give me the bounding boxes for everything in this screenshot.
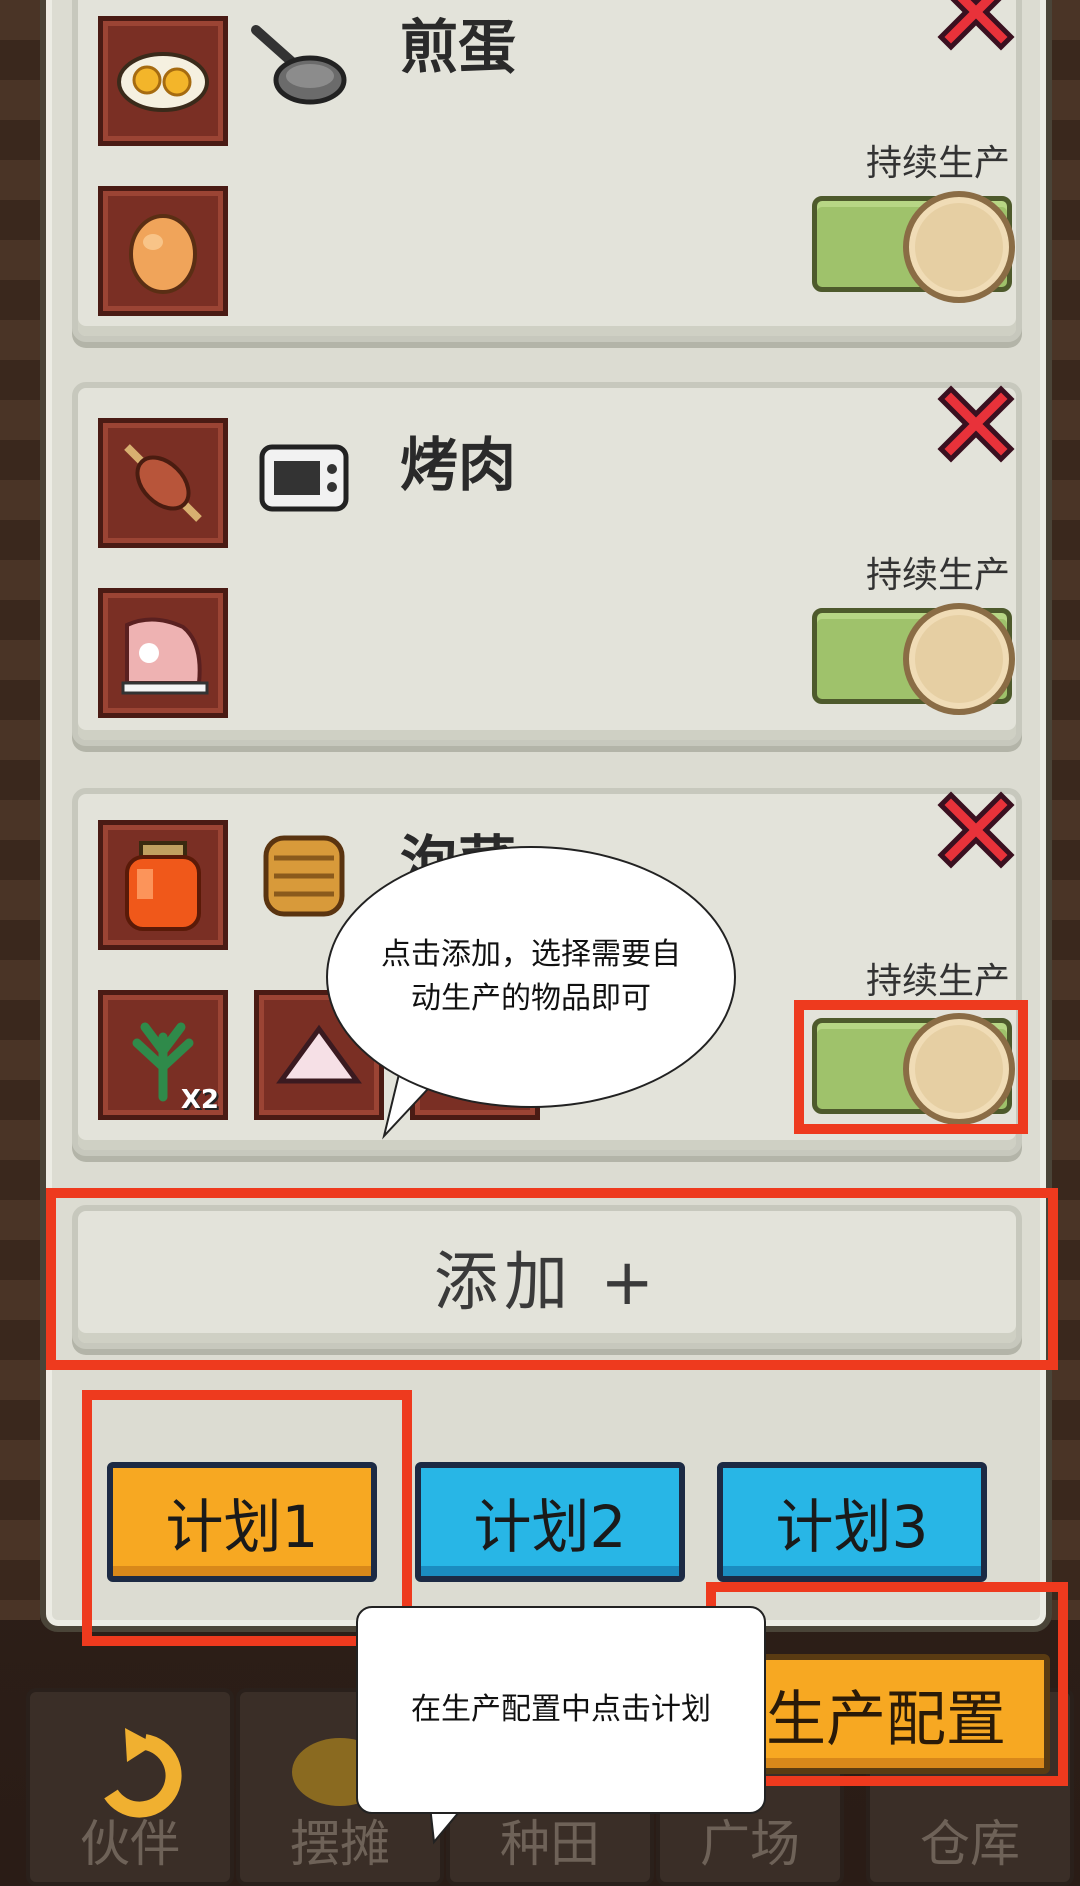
product-slot[interactable] bbox=[98, 16, 228, 146]
recipe-card-roast-meat: 烤肉 持续生产 bbox=[72, 382, 1022, 746]
oven-icon bbox=[254, 428, 354, 528]
ingredient-slot[interactable] bbox=[98, 186, 228, 316]
ingredient-quantity: X2 bbox=[180, 1085, 219, 1115]
background-left-edge bbox=[0, 0, 40, 1620]
fried-egg-icon bbox=[117, 52, 209, 112]
product-slot[interactable] bbox=[98, 820, 228, 950]
product-slot[interactable] bbox=[98, 418, 228, 548]
close-icon[interactable] bbox=[926, 780, 1026, 880]
close-icon[interactable] bbox=[926, 374, 1026, 474]
frying-pan-icon bbox=[248, 16, 348, 116]
tip-bubble-add: 点击添加，选择需要自动生产的物品即可 bbox=[326, 846, 736, 1108]
egg-icon bbox=[129, 214, 197, 294]
ingredient-slot[interactable]: X2 bbox=[98, 990, 228, 1120]
recipe-title: 烤肉 bbox=[400, 431, 517, 499]
continuous-production-toggle[interactable] bbox=[812, 191, 1015, 303]
nav-label: 伙伴 bbox=[80, 1815, 180, 1873]
plan-3-button[interactable]: 计划3 bbox=[717, 1462, 987, 1582]
recipe-card-fried-egg: 煎蛋 持续生产 bbox=[72, 0, 1022, 342]
continuous-production-toggle[interactable] bbox=[812, 603, 1015, 715]
toggle-knob bbox=[903, 191, 1015, 303]
tip-bubble-plan: 在生产配置中点击计划 bbox=[356, 1606, 766, 1814]
toggle-label: 持续生产 bbox=[865, 143, 1010, 184]
nav-label: 仓库 bbox=[920, 1815, 1020, 1873]
highlight-add-button bbox=[46, 1188, 1058, 1370]
nav-partner[interactable]: 伙伴 bbox=[26, 1688, 234, 1886]
toggle-label: 持续生产 bbox=[865, 555, 1010, 596]
nav-label: 摆摊 bbox=[290, 1815, 390, 1873]
nav-label: 广场 bbox=[700, 1815, 800, 1873]
close-icon[interactable] bbox=[926, 0, 1026, 62]
wicker-basket-icon bbox=[254, 824, 354, 924]
raw-meat-icon bbox=[121, 617, 209, 695]
toggle-knob bbox=[903, 603, 1015, 715]
pickle-jar-icon bbox=[125, 841, 201, 931]
highlight-toggle bbox=[794, 1000, 1028, 1134]
roast-meat-icon bbox=[124, 444, 202, 522]
ingredient-slot[interactable] bbox=[98, 588, 228, 718]
recipe-title: 煎蛋 bbox=[400, 13, 517, 81]
nav-label: 种田 bbox=[500, 1815, 600, 1873]
toggle-label: 持续生产 bbox=[865, 961, 1010, 1002]
plan-2-button[interactable]: 计划2 bbox=[415, 1462, 685, 1582]
